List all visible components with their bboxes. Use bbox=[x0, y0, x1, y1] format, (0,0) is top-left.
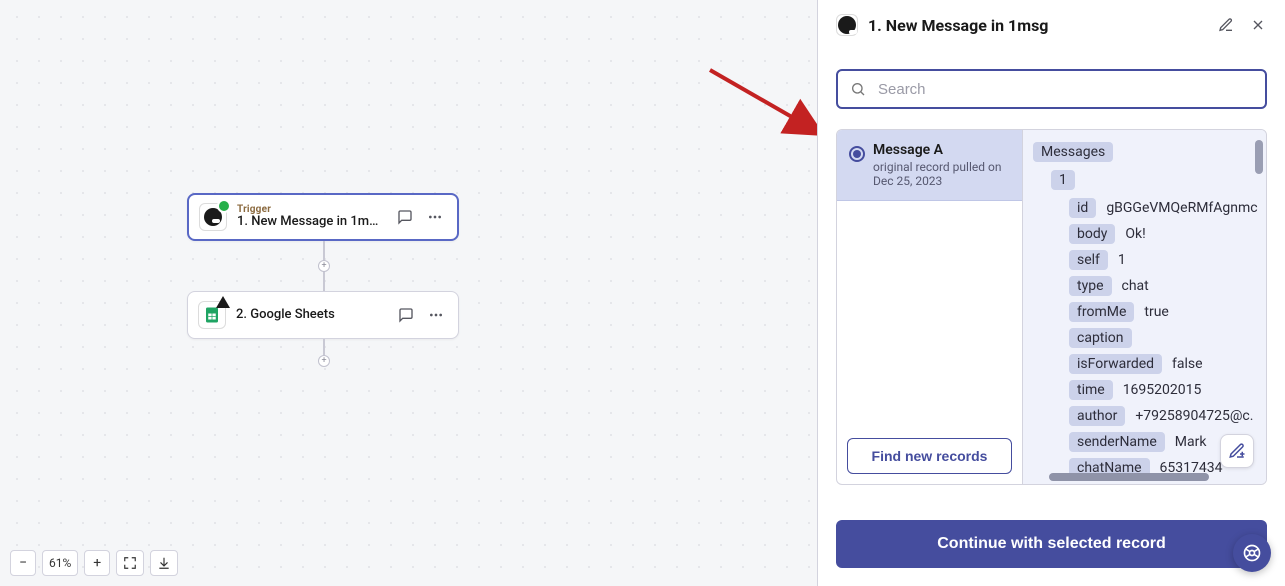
vertical-scrollbar[interactable] bbox=[1254, 136, 1264, 478]
node-title: 2. Google Sheets bbox=[236, 308, 382, 323]
data-root-tag: Messages bbox=[1033, 142, 1113, 162]
data-field-row: fromMe true bbox=[1069, 300, 1256, 324]
zoom-level[interactable]: 61% bbox=[42, 550, 78, 576]
data-field-key: self bbox=[1069, 250, 1108, 270]
node-comment-button[interactable] bbox=[392, 301, 420, 329]
data-field-value: chat bbox=[1122, 278, 1149, 294]
export-button[interactable] bbox=[150, 550, 178, 576]
node-menu-button[interactable] bbox=[422, 301, 450, 329]
data-index-tag: 1 bbox=[1051, 170, 1075, 190]
app-1msg-icon bbox=[836, 14, 858, 36]
data-field-value: +79258904725@c. bbox=[1135, 408, 1253, 424]
details-panel: 1. New Message in 1msg Message A origina… bbox=[817, 0, 1285, 586]
data-field-key: caption bbox=[1069, 328, 1132, 348]
data-field-row: body Ok! bbox=[1069, 222, 1256, 246]
record-radio-selected[interactable] bbox=[849, 146, 865, 162]
node-menu-button[interactable] bbox=[421, 203, 449, 231]
panel-title: 1. New Message in 1msg bbox=[868, 16, 1205, 35]
data-field-row: self 1 bbox=[1069, 248, 1256, 272]
customize-button[interactable] bbox=[1220, 434, 1254, 468]
record-name: Message A bbox=[873, 142, 1001, 158]
data-field-value: 1 bbox=[1118, 252, 1126, 268]
google-sheets-icon bbox=[198, 301, 226, 329]
record-data-viewer: Messages 1 id gBGGeVMQeRMfAgnmc body Ok! sel… bbox=[1023, 130, 1266, 484]
record-subtitle: original record pulled on Dec 25, 2023 bbox=[873, 160, 1001, 188]
add-step-button[interactable]: + bbox=[318, 355, 330, 367]
add-step-button[interactable]: + bbox=[318, 260, 330, 272]
continue-button[interactable]: Continue with selected record bbox=[836, 520, 1267, 568]
data-field-row: author +79258904725@c. bbox=[1069, 404, 1256, 428]
node-trigger-1msg[interactable]: Trigger 1. New Message in 1msg bbox=[187, 193, 459, 241]
node-comment-button[interactable] bbox=[391, 203, 419, 231]
search-icon bbox=[850, 81, 866, 97]
data-field-value: gBGGeVMQeRMfAgnmc bbox=[1106, 200, 1257, 216]
data-field-key: time bbox=[1069, 380, 1113, 400]
edit-button[interactable] bbox=[1215, 14, 1237, 36]
search-field[interactable] bbox=[836, 69, 1267, 109]
zoom-in-button[interactable]: + bbox=[84, 550, 110, 576]
data-field-row: id gBGGeVMQeRMfAgnmc bbox=[1069, 196, 1256, 220]
search-input[interactable] bbox=[876, 80, 1253, 99]
data-field-key: senderName bbox=[1069, 432, 1165, 452]
data-field-key: fromMe bbox=[1069, 302, 1134, 322]
status-warning-badge bbox=[216, 296, 230, 308]
data-field-row: type chat bbox=[1069, 274, 1256, 298]
data-field-value: false bbox=[1172, 356, 1203, 372]
fit-view-button[interactable] bbox=[116, 550, 144, 576]
data-field-value: Ok! bbox=[1125, 226, 1145, 242]
records-list: Message A original record pulled on Dec … bbox=[837, 130, 1023, 484]
zoom-out-button[interactable]: − bbox=[10, 550, 36, 576]
data-field-row: caption bbox=[1069, 326, 1256, 350]
data-field-row: time 1695202015 bbox=[1069, 378, 1256, 402]
close-button[interactable] bbox=[1247, 14, 1269, 36]
data-field-row: isForwarded false bbox=[1069, 352, 1256, 376]
data-field-value: true bbox=[1144, 304, 1168, 320]
record-data-scroll[interactable]: Messages 1 id gBGGeVMQeRMfAgnmc body Ok! sel… bbox=[1023, 130, 1266, 484]
find-new-records-button[interactable]: Find new records bbox=[847, 438, 1012, 474]
help-bubble-button[interactable] bbox=[1233, 534, 1271, 572]
data-field-value: Mark bbox=[1175, 434, 1207, 450]
canvas-toolbar: − 61% + bbox=[10, 550, 178, 576]
status-success-badge bbox=[217, 199, 231, 213]
data-field-key: type bbox=[1069, 276, 1112, 296]
node-eyebrow: Trigger bbox=[237, 204, 381, 216]
node-title: 1. New Message in 1msg bbox=[237, 215, 381, 230]
horizontal-scrollbar[interactable] bbox=[1031, 472, 1258, 482]
data-field-value: 1695202015 bbox=[1123, 382, 1202, 398]
data-field-key: id bbox=[1069, 198, 1096, 218]
data-field-key: author bbox=[1069, 406, 1125, 426]
data-field-key: isForwarded bbox=[1069, 354, 1162, 374]
node-google-sheets[interactable]: 2. Google Sheets bbox=[187, 291, 459, 339]
app-1msg-icon bbox=[199, 203, 227, 231]
record-item[interactable]: Message A original record pulled on Dec … bbox=[837, 130, 1022, 201]
data-field-key: body bbox=[1069, 224, 1115, 244]
